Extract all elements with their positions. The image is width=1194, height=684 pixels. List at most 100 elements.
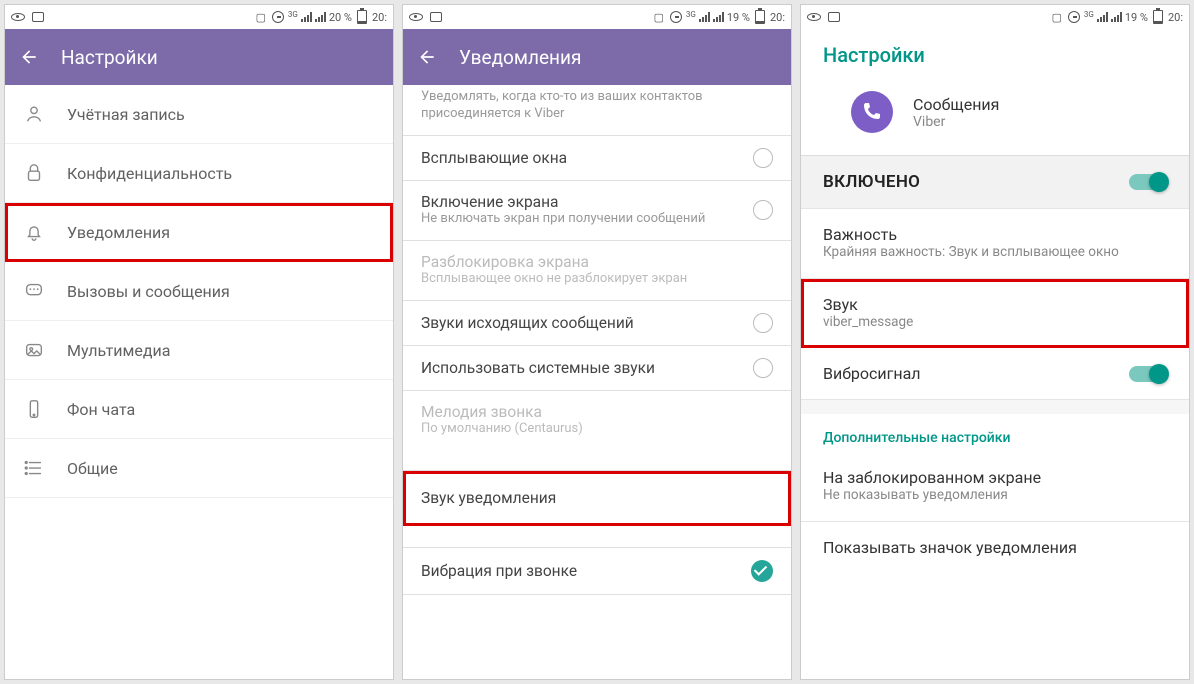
clock-time: 20: [372,11,387,24]
row-chat-bg[interactable]: Фон чата [5,380,393,439]
row-title: Разблокировка экрана [421,253,773,271]
phone-icon [23,398,45,420]
lock-icon [23,162,45,184]
row-notifications[interactable]: Уведомления [5,203,393,262]
eye-icon [11,10,25,24]
statusbar: ▢ 3G 19 % 20: [403,5,791,29]
appbar: Настройки [5,29,393,85]
row-sub: Не включать экран при получении сообщени… [421,211,741,228]
check-on-icon[interactable] [751,560,773,582]
row-notification-sound[interactable]: Звук уведомления [403,471,791,526]
network-3g: 3G [288,10,298,19]
row-join-notify[interactable]: Уведомлять, когда кто-то из ваших контак… [403,85,791,136]
clock-time: 20: [770,11,785,24]
row-outgoing-sounds[interactable]: Звуки исходящих сообщений [403,301,791,346]
row-title: ВКЛЮЧЕНО [823,172,1129,192]
bell-icon [23,221,45,243]
row-label: Общие [67,459,118,478]
row-title: Важность [823,225,1167,244]
signal-icon [1097,12,1108,22]
divider [801,400,1189,414]
signal-icon-2 [713,12,724,22]
back-button[interactable] [417,47,437,67]
battery-percent: 20 % [329,11,352,24]
row-sub: viber_message [823,314,1167,332]
teamviewer-icon [827,10,841,24]
row-sub: Не показывать уведомления [823,487,1167,505]
signal-icon-2 [315,12,326,22]
row-lockscreen[interactable]: На заблокированном экране Не показывать … [801,452,1189,522]
row-title: Использовать системные звуки [421,359,741,377]
eye-icon [807,10,821,24]
row-popup[interactable]: Всплывающие окна [403,136,791,181]
battery-icon [1151,10,1165,24]
alarm-icon [1067,10,1081,24]
person-icon [23,103,45,125]
row-label: Вызовы и сообщения [67,282,230,301]
row-title: Мелодия звонка [421,403,773,421]
statusbar: ▢ 3G 20 % 20: [5,5,393,29]
row-title: На заблокированном экране [823,468,1167,487]
signal-icon [301,12,312,22]
row-title: Звуки исходящих сообщений [421,314,741,332]
row-system-sounds[interactable]: Использовать системные звуки [403,346,791,391]
row-ringtone: Мелодия звонка По умолчанию (Centaurus) [403,391,791,450]
clock-time: 20: [1168,11,1183,24]
row-title: Вибрация при звонке [421,562,739,580]
row-enabled[interactable]: ВКЛЮЧЕНО [801,155,1189,209]
battery-percent: 19 % [727,11,750,24]
battery-icon [355,10,369,24]
row-sub: По умолчанию (Centaurus) [421,421,773,438]
row-privacy[interactable]: Конфиденциальность [5,144,393,203]
screen-viber-notifications: ▢ 3G 19 % 20: Уведомления Уведомлять, ко… [402,4,792,680]
row-vibrate-call[interactable]: Вибрация при звонке [403,548,791,595]
screen-viber-settings: ▢ 3G 20 % 20: Настройки Учётная запись К… [4,4,394,680]
row-sub: Уведомлять, когда кто-то из ваших контак… [421,89,773,123]
divider [403,449,791,471]
row-screen-on[interactable]: Включение экрана Не включать экран при п… [403,181,791,241]
back-button[interactable] [19,47,39,67]
screen-system-notification-settings: ▢ 3G 19 % 20: Настройки Сообщения Viber … [800,4,1190,680]
row-account[interactable]: Учётная запись [5,85,393,144]
appbar-title: Уведомления [459,46,581,69]
row-label: Фон чата [67,400,135,419]
notification-list: Уведомлять, когда кто-то из ваших контак… [403,85,791,679]
signal-icon [699,12,710,22]
row-importance[interactable]: Важность Крайняя важность: Звук и всплыв… [801,209,1189,279]
appbar: Уведомления [403,29,791,85]
divider [403,526,791,548]
row-unlock: Разблокировка экрана Всплывающее окно не… [403,241,791,301]
row-title: Включение экрана [421,193,741,211]
battery-percent: 19 % [1125,11,1148,24]
row-title: Показывать значок уведомления [823,538,1167,557]
row-general[interactable]: Общие [5,439,393,498]
radio-off-icon[interactable] [753,358,773,378]
cast-icon: ▢ [652,10,666,24]
row-badge[interactable]: Показывать значок уведомления [801,522,1189,573]
teamviewer-icon [429,10,443,24]
row-label: Мультимедиа [67,341,170,360]
switch-on-icon[interactable] [1129,366,1167,382]
row-label: Конфиденциальность [67,164,232,183]
cast-icon: ▢ [254,10,268,24]
row-sound[interactable]: Звук viber_message [801,279,1189,349]
row-media[interactable]: Мультимедиа [5,321,393,380]
network-3g: 3G [1084,10,1094,19]
teamviewer-icon [31,10,45,24]
list-icon [23,457,45,479]
row-vibration[interactable]: Вибросигнал [801,348,1189,400]
network-3g: 3G [686,10,696,19]
alarm-icon [669,10,683,24]
row-calls[interactable]: Вызовы и сообщения [5,262,393,321]
radio-off-icon[interactable] [753,313,773,333]
app-sub: Viber [913,114,999,130]
row-title: Звук [823,295,1167,314]
switch-on-icon[interactable] [1129,174,1167,190]
appbar-title: Настройки [61,46,158,69]
row-sub: Крайняя важность: Звук и всплывающее окн… [823,244,1167,262]
statusbar: ▢ 3G 19 % 20: [801,5,1189,29]
radio-off-icon[interactable] [753,148,773,168]
cast-icon: ▢ [1050,10,1064,24]
eye-icon [409,10,423,24]
radio-off-icon[interactable] [753,200,773,220]
